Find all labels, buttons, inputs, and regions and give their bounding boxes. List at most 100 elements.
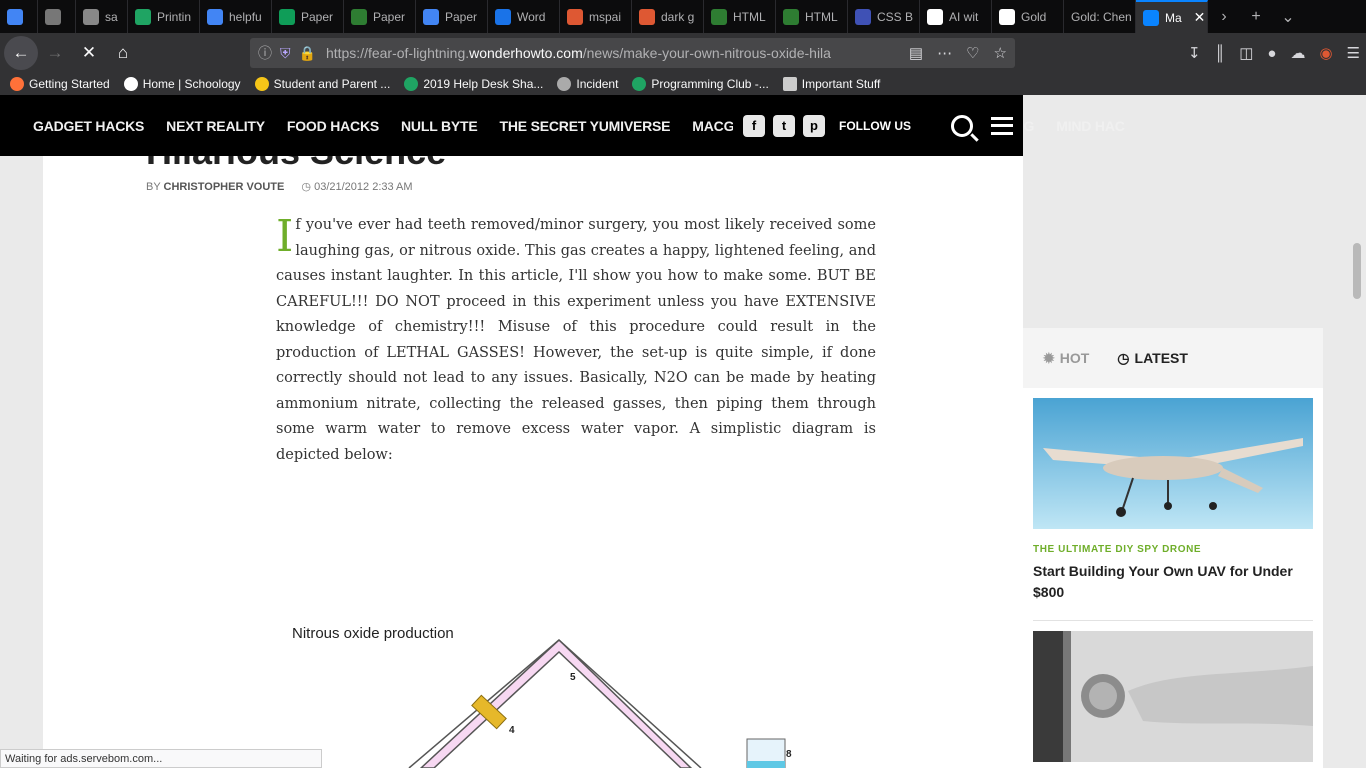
article-paragraph: f you've ever had teeth removed/minor su… [276, 217, 876, 463]
site-navigation: GADGET HACKS NEXT REALITY FOOD HACKS NULL B… [0, 95, 1125, 156]
menu-icon[interactable] [991, 116, 1013, 135]
tab-title: sa [105, 9, 118, 24]
extension-icon[interactable]: ☁ [1290, 44, 1305, 62]
search-icon[interactable] [951, 114, 973, 137]
gear-icon: ✹ [1043, 349, 1055, 366]
follow-us-link[interactable]: FOLLOW US [839, 119, 911, 133]
browser-tab[interactable]: AI wit [920, 0, 992, 33]
doorknob-image[interactable] [1033, 631, 1313, 762]
bookmark-item[interactable]: Home | Schoology [123, 77, 241, 91]
tab-list-icon[interactable]: ⌄ [1272, 0, 1304, 33]
bookmark-item[interactable]: 2019 Help Desk Sha... [404, 77, 543, 91]
reader-view-icon[interactable]: ▤ [909, 44, 923, 62]
browser-tab[interactable]: Paper [416, 0, 488, 33]
bookmark-item[interactable]: Student and Parent ... [254, 77, 391, 91]
pocket-icon[interactable]: ♡ [966, 44, 979, 62]
site-nav-item[interactable]: MIND HAC [1056, 118, 1125, 134]
site-nav-item[interactable]: FOOD HACKS [287, 118, 379, 134]
tab-title: HTML [733, 9, 766, 24]
home-icon: ⌂ [117, 43, 129, 62]
sidebar-icon[interactable]: ◫ [1239, 44, 1253, 62]
download-icon[interactable]: ↧ [1188, 44, 1201, 62]
browser-tab[interactable] [38, 0, 76, 33]
hamburger-menu-icon[interactable]: ☰ [1347, 44, 1360, 62]
browser-tab[interactable]: Gold: Chen [1064, 0, 1136, 33]
clock-icon: ◷ [301, 181, 312, 193]
tab-title: helpfu [229, 9, 262, 24]
schoology-icon [123, 77, 138, 91]
bookmark-label: Home | Schoology [142, 77, 241, 91]
bookmark-item[interactable]: Getting Started [10, 77, 110, 91]
close-tab-icon[interactable]: ✕ [1194, 9, 1206, 26]
page-actions-icon[interactable]: ⋯ [937, 44, 952, 62]
drive-icon [404, 77, 419, 91]
browser-tab[interactable]: HTML [704, 0, 776, 33]
card-title[interactable]: Start Building Your Own UAV for Under $8… [1033, 561, 1313, 603]
bookmarks-toolbar: Getting Started Home | Schoology Student a… [0, 73, 1366, 95]
bookmark-label: Student and Parent ... [273, 77, 391, 91]
circle-icon [45, 8, 61, 25]
sheets-icon [279, 8, 295, 25]
browser-tab[interactable]: CSS B [848, 0, 920, 33]
browser-tab[interactable]: Printin [128, 0, 200, 33]
browser-tab[interactable]: dark g [632, 0, 704, 33]
browser-tab[interactable]: Word [488, 0, 560, 33]
bookmark-item[interactable]: Incident [557, 77, 618, 91]
pinterest-icon[interactable]: p [803, 114, 825, 137]
bookmark-star-icon[interactable]: ☆ [994, 44, 1007, 62]
site-nav-item[interactable]: THE SECRET YUMIVERSE [500, 118, 671, 134]
docs-icon [423, 8, 439, 25]
bookmark-item[interactable]: Programming Club -... [632, 77, 769, 91]
library-icon[interactable]: ║ [1215, 45, 1226, 62]
ddg-extension-icon[interactable]: ◉ [1319, 44, 1332, 62]
scrollbar-thumb[interactable] [1353, 243, 1361, 299]
account-icon[interactable]: ● [1267, 45, 1276, 62]
p-icon [254, 77, 269, 91]
diagram-label-5: 5 [570, 672, 576, 683]
diagram-label-8: 8 [786, 749, 792, 760]
globe-icon [557, 77, 572, 91]
docs-icon [207, 8, 223, 25]
sidebar-article-card[interactable]: THE ULTIMATE DIY SPY DRONE Start Buildin… [1023, 388, 1323, 621]
browser-tab[interactable] [0, 0, 38, 33]
tab-hot[interactable]: ✹ HOT [1043, 350, 1089, 367]
stop-button[interactable]: ✕ [72, 36, 106, 70]
site-nav-item[interactable]: NEXT REALITY [166, 118, 265, 134]
sidebar-article-card[interactable] [1023, 621, 1323, 767]
address-bar[interactable]: ⓘ ⛨ 🔒 https://fear-of-lightning.wonderho… [250, 38, 1015, 68]
browser-tab[interactable]: Ma ✕ [1136, 0, 1208, 33]
byline: BY CHRISTOPHER VOUTE ◷ 03/21/2012 2:33 A… [146, 180, 413, 193]
browser-tab[interactable]: Paper [272, 0, 344, 33]
tab-title: CSS B [877, 9, 914, 24]
browser-tab[interactable]: Gold [992, 0, 1064, 33]
chart-icon [783, 8, 799, 25]
browser-tab[interactable]: mspai [560, 0, 632, 33]
twitter-icon[interactable]: t [773, 114, 795, 137]
tab-title: Word [517, 9, 546, 24]
back-button[interactable]: ← [4, 36, 38, 70]
sidebar-tabs: ✹ HOT ◷ LATEST [1023, 328, 1323, 388]
site-nav-item[interactable]: GADGET HACKS [33, 118, 144, 134]
card-kicker: THE ULTIMATE DIY SPY DRONE [1033, 544, 1202, 555]
home-button[interactable]: ⌂ [106, 36, 140, 70]
chevron-right-icon[interactable]: › [1208, 0, 1240, 33]
browser-tab[interactable]: HTML [776, 0, 848, 33]
tab-latest[interactable]: ◷ LATEST [1117, 350, 1188, 367]
drone-image[interactable] [1033, 398, 1313, 529]
chart-icon [711, 8, 727, 25]
folder-icon [782, 77, 797, 91]
navigation-toolbar: ← → ✕ ⌂ ⓘ ⛨ 🔒 https://fear-of-lightning.… [0, 33, 1366, 73]
new-tab-icon[interactable]: + [1240, 0, 1272, 33]
browser-tab[interactable]: sa [76, 0, 128, 33]
status-bar: Waiting for ads.servebom.com... [0, 749, 322, 768]
browser-tab[interactable]: helpfu [200, 0, 272, 33]
author-link[interactable]: CHRISTOPHER VOUTE [164, 181, 285, 193]
chevron-left-icon [83, 8, 99, 25]
byline-prefix: BY [146, 181, 161, 193]
bookmark-item[interactable]: Important Stuff [782, 77, 880, 91]
browser-tab[interactable]: Paper [344, 0, 416, 33]
site-nav-item[interactable]: NULL BYTE [401, 118, 478, 134]
forward-button[interactable]: → [38, 36, 72, 70]
info-icon: ⓘ [258, 45, 272, 61]
facebook-icon[interactable]: f [743, 114, 765, 137]
